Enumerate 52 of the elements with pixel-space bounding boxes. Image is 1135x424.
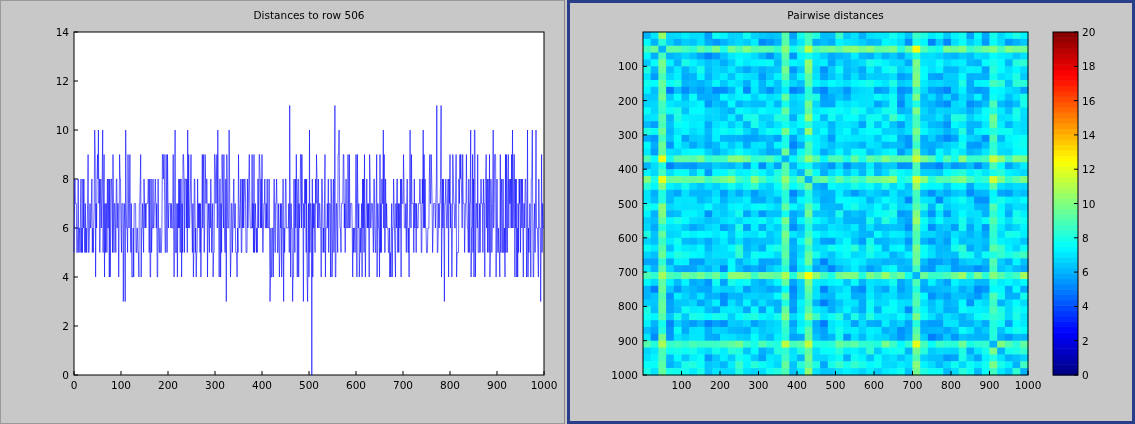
x-tick-label: 1000 [1014, 379, 1042, 391]
y-tick-label: 400 [617, 163, 638, 176]
plot-title: Distances to row 506 [253, 9, 365, 21]
colorbar-tick-label: 18 [1082, 60, 1096, 73]
colorbar-tick-label: 2 [1082, 334, 1089, 347]
x-tick-label: 600 [346, 379, 366, 391]
y-tick-label: 0 [62, 369, 69, 381]
y-tick-label: 10 [55, 124, 69, 136]
y-tick-label: 2 [62, 320, 69, 332]
x-tick-label: 800 [440, 379, 460, 391]
x-tick-label: 200 [158, 379, 178, 391]
x-tick-label: 500 [299, 379, 319, 391]
x-tick-label: 600 [864, 379, 884, 391]
colorbar-tick-label: 10 [1082, 197, 1096, 210]
colorbar-tick-label: 8 [1082, 231, 1089, 244]
y-tick-label: 1000 [611, 369, 638, 381]
x-tick-label: 400 [787, 379, 807, 391]
x-tick-label: 500 [825, 379, 846, 391]
y-tick-label: 14 [55, 26, 69, 38]
colorbar-tick-label: 16 [1082, 94, 1096, 107]
y-tick-label: 100 [617, 60, 638, 73]
x-tick-label: 300 [748, 379, 769, 391]
colorbar-tick-label: 20 [1082, 26, 1096, 38]
y-tick-label: 700 [617, 266, 638, 279]
y-tick-label: 800 [617, 300, 638, 313]
y-tick-label: 4 [62, 271, 69, 283]
x-tick-label: 0 [70, 379, 78, 391]
x-tick-label: 200 [710, 379, 730, 391]
x-tick-label: 700 [902, 379, 923, 391]
y-tick-label: 300 [617, 128, 638, 141]
x-tick-label: 700 [393, 379, 413, 391]
y-tick-label: 12 [55, 75, 69, 87]
colorbar-tick-label: 6 [1082, 266, 1089, 279]
plot-title: Pairwise distances [787, 9, 884, 21]
x-tick-label: 900 [487, 379, 507, 391]
y-tick-label: 600 [617, 231, 638, 244]
y-tick-label: 900 [617, 334, 638, 347]
y-tick-label: 8 [62, 173, 69, 185]
y-tick-label: 500 [617, 197, 638, 210]
x-tick-label: 100 [671, 379, 692, 391]
y-tick-label: 200 [617, 94, 638, 107]
x-tick-label: 900 [979, 379, 1000, 391]
x-tick-label: 400 [252, 379, 272, 391]
x-tick-label: 800 [941, 379, 961, 391]
x-tick-label: 1000 [530, 379, 558, 391]
colorbar-tick-label: 4 [1082, 300, 1089, 313]
colorbar-tick-label: 14 [1082, 128, 1096, 141]
colorbar-tick-label: 12 [1082, 163, 1096, 176]
y-tick-label: 6 [62, 222, 69, 234]
x-tick-label: 300 [205, 379, 225, 391]
x-tick-label: 100 [111, 379, 131, 391]
colorbar-tick-label: 0 [1082, 369, 1089, 381]
